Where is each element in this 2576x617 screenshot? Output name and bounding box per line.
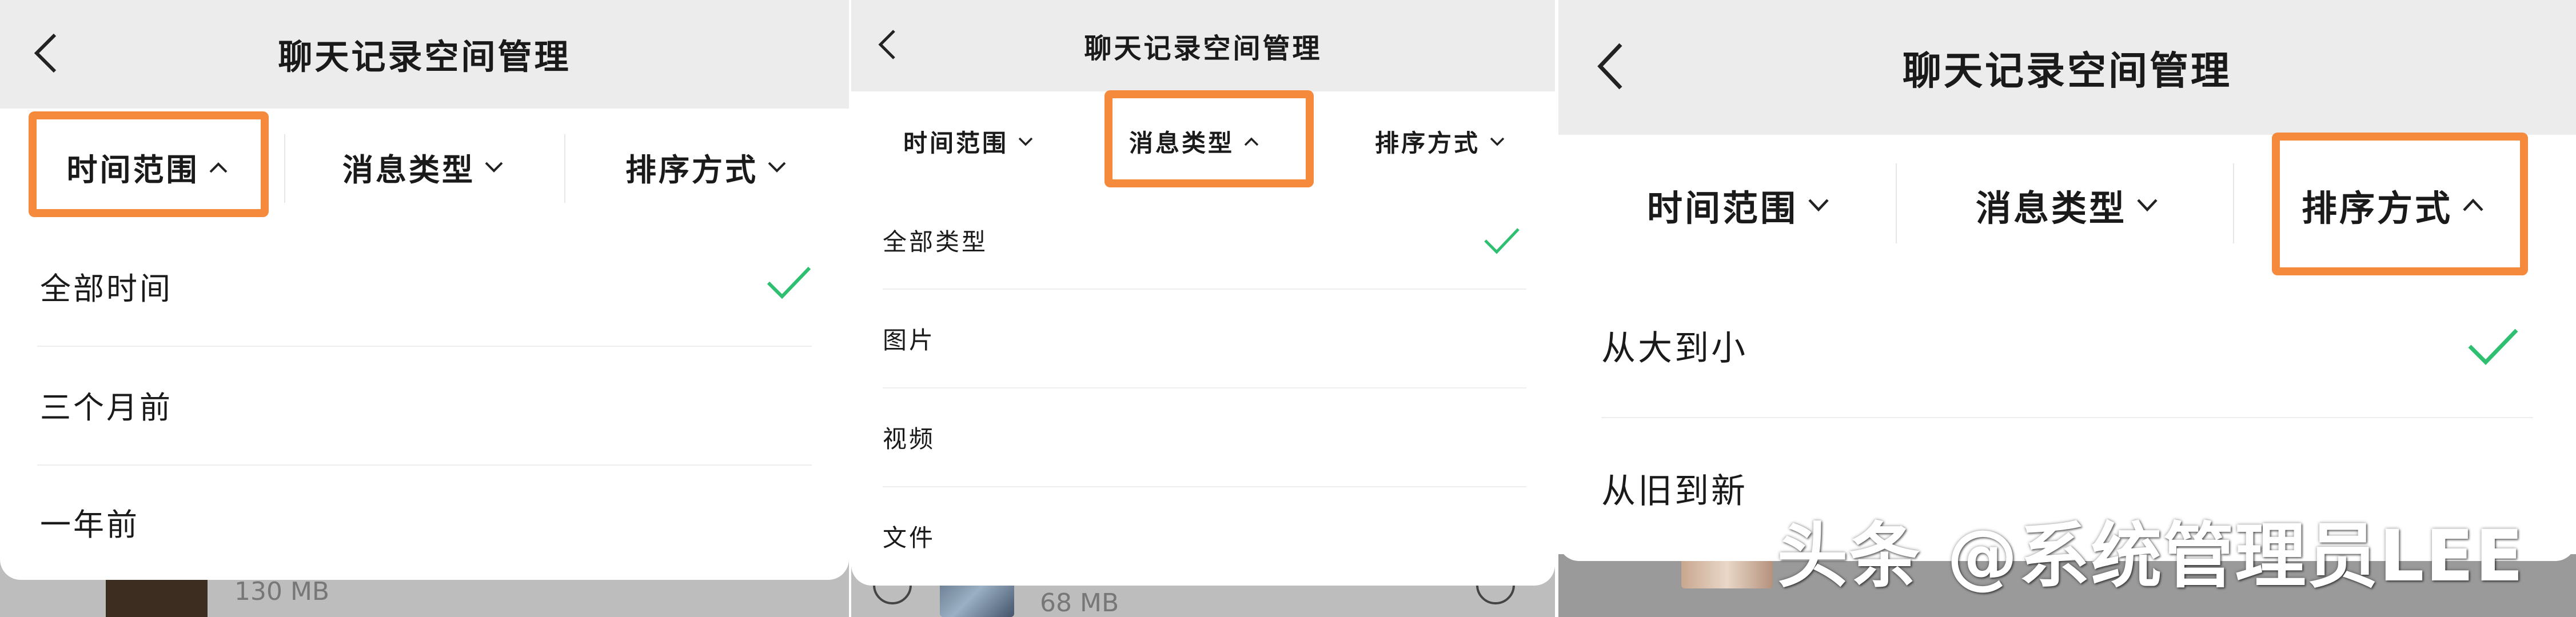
checkmark-icon xyxy=(767,266,811,299)
option-label: 从旧到新 xyxy=(1601,471,1748,511)
chevron-down-icon xyxy=(768,162,786,173)
page-title: 聊天记录空间管理 xyxy=(1902,49,2232,94)
option-label: 从大到小 xyxy=(1601,328,1748,368)
filter-sort-order[interactable]: 排序方式 xyxy=(1331,91,1549,191)
chevron-down-icon xyxy=(485,162,503,173)
option-three-months-ago[interactable]: 三个月前 xyxy=(0,362,849,447)
option-label: 图片 xyxy=(883,326,936,354)
checkmark-icon xyxy=(2468,328,2518,365)
option-one-year-ago[interactable]: 一年前 xyxy=(0,479,849,564)
app-header: 聊天记录空间管理 xyxy=(851,0,1555,91)
filter-message-type[interactable]: 消息类型 xyxy=(286,109,560,226)
option-label: 视频 xyxy=(883,424,936,453)
watermark-text: 头条 @系统管理员LEE xyxy=(1777,515,2525,598)
filter-sort-order[interactable]: 排序方式 xyxy=(566,109,846,226)
app-header: 聊天记录空间管理 xyxy=(1558,0,2576,135)
option-label: 三个月前 xyxy=(40,389,173,426)
page-title: 聊天记录空间管理 xyxy=(278,37,571,78)
option-files[interactable]: 文件 xyxy=(851,487,1555,584)
option-all-types[interactable]: 全部类型 xyxy=(851,191,1555,289)
chevron-down-icon xyxy=(1018,137,1033,146)
filter-message-type[interactable]: 消息类型 xyxy=(1901,135,2233,275)
divider xyxy=(37,346,812,347)
option-large-to-small[interactable]: 从大到小 xyxy=(1558,275,2576,415)
option-videos[interactable]: 视频 xyxy=(851,388,1555,486)
filter-label: 排序方式 xyxy=(625,152,758,188)
highlight-box xyxy=(2272,133,2528,275)
filter-label: 消息类型 xyxy=(1975,187,2127,229)
option-label: 一年前 xyxy=(40,506,139,543)
option-label: 全部时间 xyxy=(40,270,173,307)
page-title: 聊天记录空间管理 xyxy=(1084,33,1322,65)
divider xyxy=(564,134,565,203)
filter-time-range[interactable]: 时间范围 xyxy=(863,91,1074,191)
chevron-down-icon xyxy=(1808,199,1829,212)
filter-label: 时间范围 xyxy=(1646,187,1798,229)
option-label: 全部类型 xyxy=(883,227,988,256)
screenshot-panel-time-range: 聊天记录空间管理 时间范围 消息类型 排序方式 130 MB 全部时间 三个月前 xyxy=(0,0,849,617)
option-label: 文件 xyxy=(883,523,936,552)
chevron-down-icon xyxy=(1490,137,1505,146)
option-images[interactable]: 图片 xyxy=(851,290,1555,387)
option-all-time[interactable]: 全部时间 xyxy=(0,243,849,328)
chevron-down-icon xyxy=(2137,199,2158,212)
checkmark-icon xyxy=(1484,228,1520,254)
file-size: 68 MB xyxy=(1040,588,1119,617)
file-size: 130 MB xyxy=(234,577,330,606)
divider xyxy=(1896,163,1897,243)
filter-label: 消息类型 xyxy=(342,152,475,188)
filter-time-range[interactable]: 时间范围 xyxy=(1581,135,1896,275)
divider xyxy=(2233,163,2234,243)
filter-label: 排序方式 xyxy=(1374,129,1480,157)
highlight-box xyxy=(1104,90,1314,187)
time-range-dropdown: 全部时间 三个月前 一年前 xyxy=(0,226,849,580)
app-header: 聊天记录空间管理 xyxy=(0,0,849,109)
divider xyxy=(37,464,812,466)
filter-label: 时间范围 xyxy=(903,129,1008,157)
divider xyxy=(284,134,285,203)
highlight-box xyxy=(29,111,269,217)
screenshot-panel-message-type: 聊天记录空间管理 时间范围 消息类型 排序方式 68 MB 全部类型 图片 视频… xyxy=(851,0,1555,617)
message-type-dropdown: 全部类型 图片 视频 文件 xyxy=(851,191,1555,586)
